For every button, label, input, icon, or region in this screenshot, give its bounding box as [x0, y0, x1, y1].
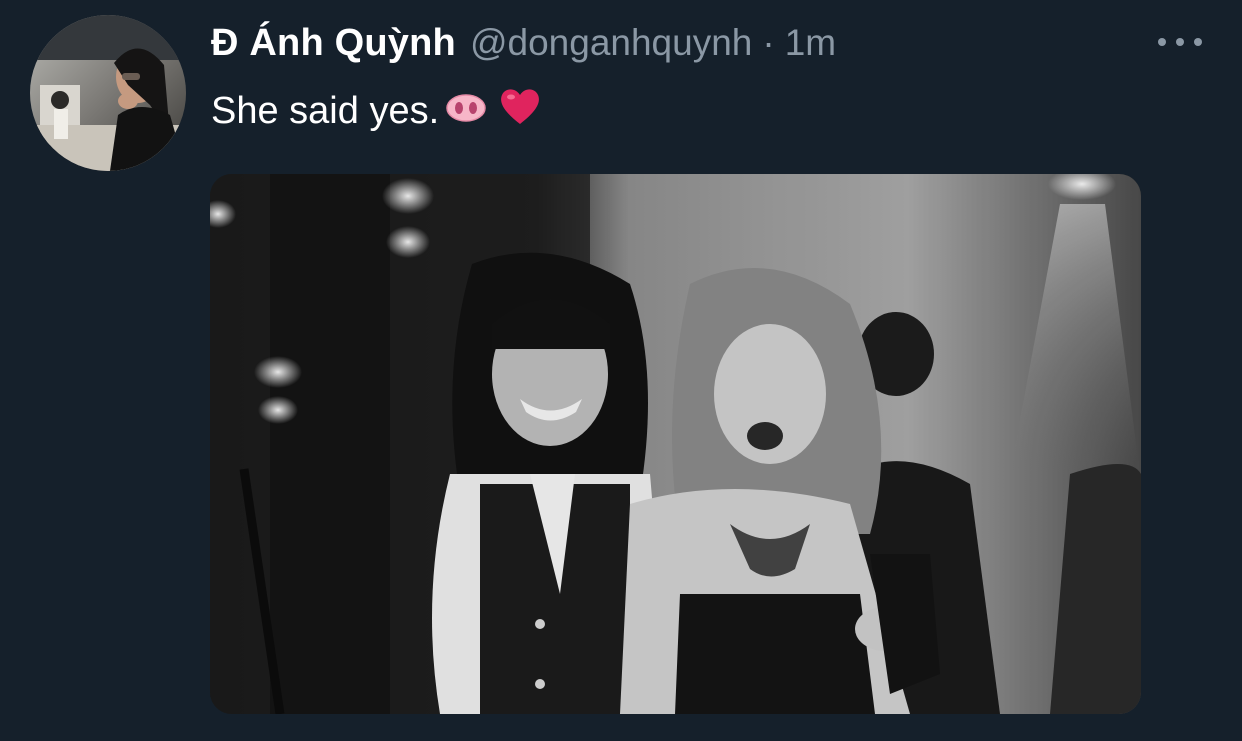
avatar-photo [30, 15, 186, 171]
user-handle[interactable]: @donganhquynh [470, 22, 752, 64]
red-heart-emoji [499, 86, 541, 136]
tweet-header: Đ Ánh Quỳnh @donganhquynh · 1m [211, 18, 836, 68]
timestamp[interactable]: 1m [785, 22, 836, 64]
more-dot [1176, 38, 1184, 46]
tweet-text-body: She said yes. [211, 89, 440, 132]
display-name[interactable]: Đ Ánh Quỳnh [211, 22, 456, 65]
more-dot [1158, 38, 1166, 46]
avatar[interactable] [30, 15, 186, 171]
photo-image [210, 174, 1141, 714]
more-dot [1194, 38, 1202, 46]
more-horizontal-icon[interactable] [1158, 30, 1202, 54]
tweet-photo[interactable] [210, 174, 1141, 714]
tweet-text: She said yes. [211, 86, 541, 136]
pig-nose-emoji [445, 90, 487, 133]
separator-dot: · [762, 22, 775, 63]
tweet: Đ Ánh Quỳnh @donganhquynh · 1m She said … [0, 0, 1242, 741]
